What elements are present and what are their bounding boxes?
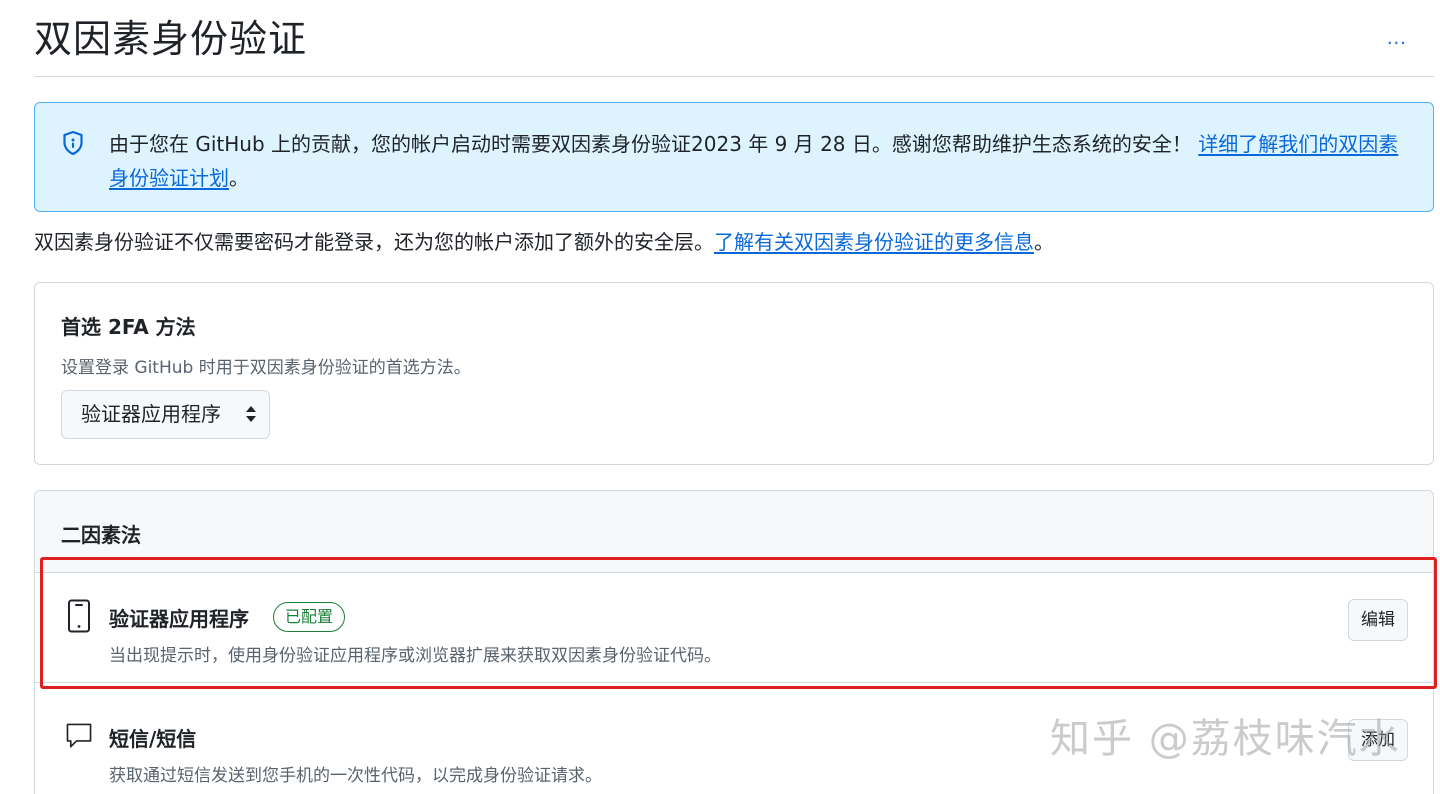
sms-title: 短信/短信 [109, 727, 197, 751]
configured-badge: 已配置 [273, 602, 346, 632]
banner-text: 由于您在 GitHub 上的贡献，您的帐户启动时需要双因素身份验证2023 年 … [109, 127, 1405, 195]
intro-text: 双因素身份验证不仅需要密码才能登录，还为您的帐户添加了额外的安全层。了解有关双因… [34, 226, 1054, 258]
add-sms-button[interactable]: 添加 [1348, 719, 1408, 761]
intro-suffix: 。 [1034, 230, 1054, 254]
intro-message: 双因素身份验证不仅需要密码才能登录，还为您的帐户添加了额外的安全层。 [34, 230, 714, 254]
preferred-method-box: 首选 2FA 方法 设置登录 GitHub 时用于双因素身份验证的首选方法。 验… [34, 282, 1434, 465]
banner-suffix: 。 [229, 166, 249, 190]
two-factor-methods-box: 二因素法 验证器应用程序 已配置 当出现提示时，使用身份验证应用程序或浏览器扩展… [34, 490, 1434, 794]
method-row-authenticator: 验证器应用程序 已配置 当出现提示时，使用身份验证应用程序或浏览器扩展来获取双因… [35, 573, 1433, 683]
comment-icon [66, 723, 92, 748]
preferred-method-description: 设置登录 GitHub 时用于双因素身份验证的首选方法。 [61, 358, 471, 378]
page-title: 双因素身份验证 [34, 17, 308, 61]
preferred-method-title: 首选 2FA 方法 [61, 315, 196, 339]
intro-learn-more-link[interactable]: 了解有关双因素身份验证的更多信息 [714, 230, 1034, 254]
methods-title: 二因素法 [61, 523, 141, 547]
info-banner: 由于您在 GitHub 上的贡献，您的帐户启动时需要双因素身份验证2023 年 … [34, 102, 1434, 212]
authenticator-title: 验证器应用程序 [109, 607, 249, 631]
methods-header: 二因素法 [35, 491, 1433, 573]
preferred-method-select[interactable]: 验证器应用程序 [61, 390, 270, 439]
mobile-device-icon [68, 599, 90, 633]
method-row-sms: 短信/短信 获取通过短信发送到您手机的一次性代码，以完成身份验证请求。 添加 [35, 683, 1433, 794]
authenticator-description: 当出现提示时，使用身份验证应用程序或浏览器扩展来获取双因素身份验证代码。 [109, 646, 721, 666]
preferred-method-selected: 验证器应用程序 [81, 402, 221, 426]
edit-authenticator-button[interactable]: 编辑 [1348, 599, 1408, 641]
shield-icon [63, 130, 83, 156]
title-divider [34, 76, 1434, 77]
sms-description: 获取通过短信发送到您手机的一次性代码，以完成身份验证请求。 [109, 766, 602, 786]
select-caret-icon [246, 406, 256, 422]
banner-message: 由于您在 GitHub 上的贡献，您的帐户启动时需要双因素身份验证2023 年 … [109, 132, 1192, 156]
more-options-button[interactable]: ... [1387, 28, 1407, 49]
